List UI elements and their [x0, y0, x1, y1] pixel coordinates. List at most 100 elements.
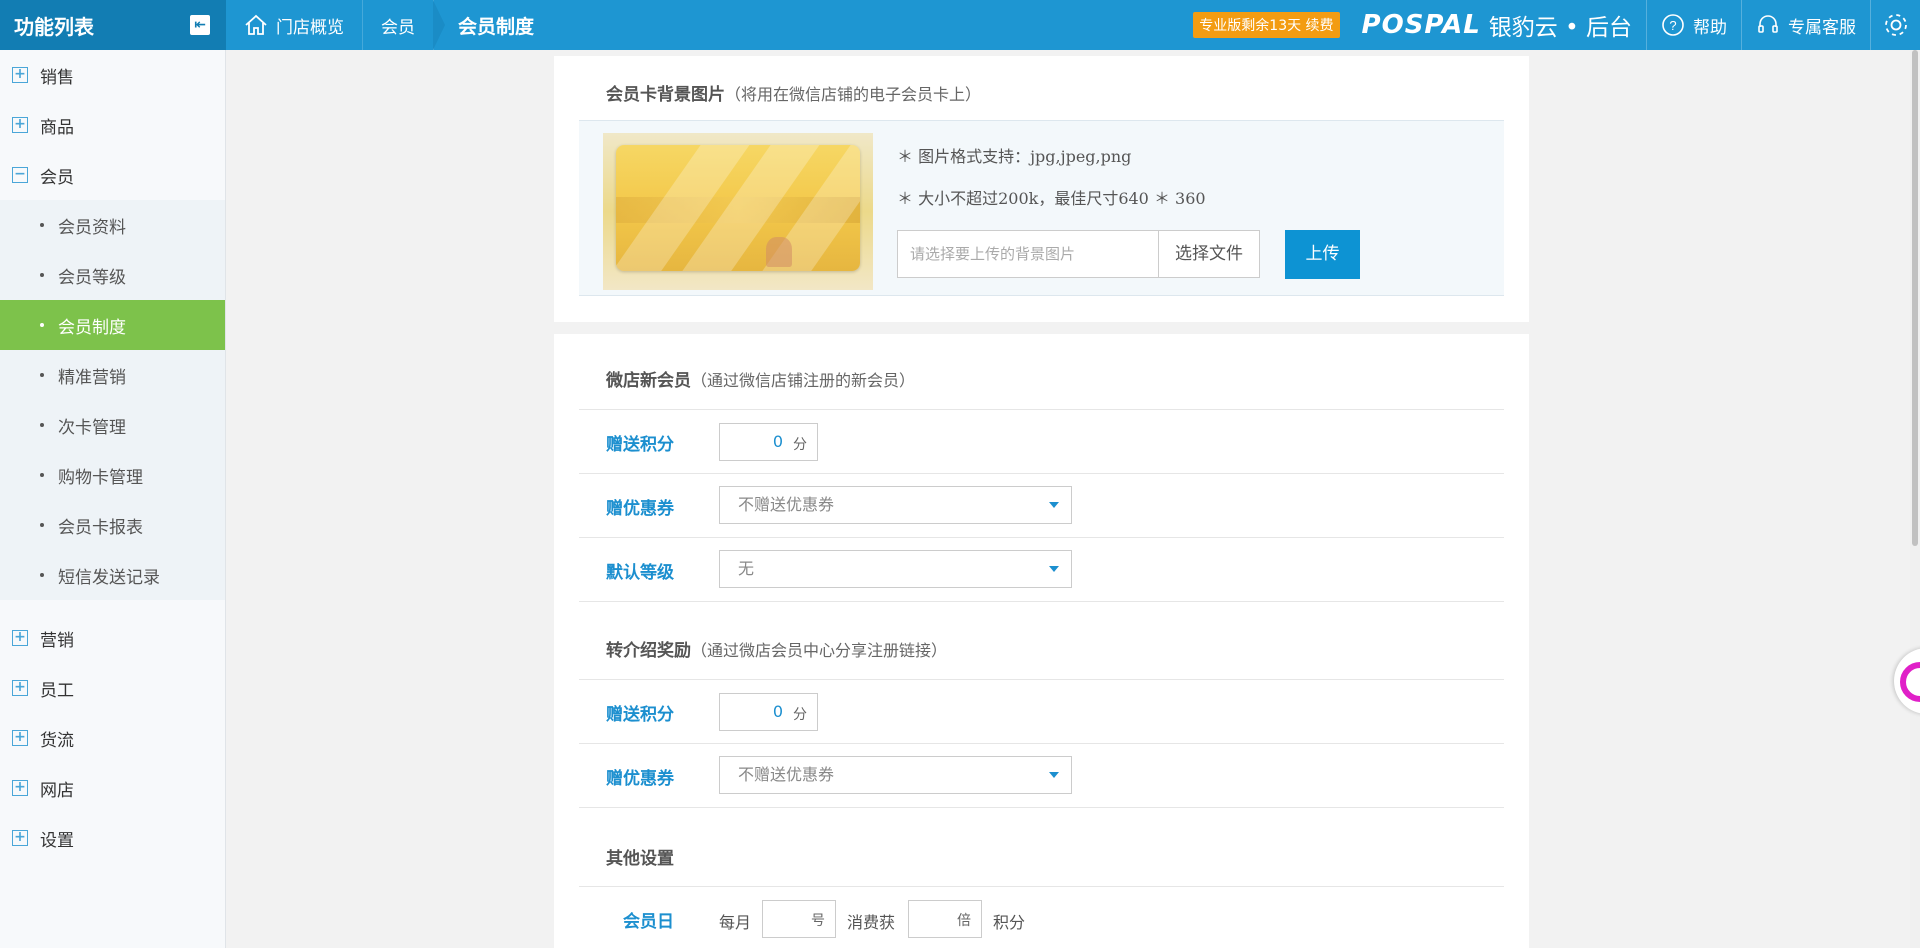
referral-title: 转介绍奖励（通过微店会员中心分享注册链接） [606, 636, 947, 661]
sidebar-item-member-profile[interactable]: 会员资料 [0, 200, 225, 250]
coupon-select-value: 不赠送优惠券 [738, 765, 835, 784]
sidebar-group-products[interactable]: + 商品 [0, 100, 225, 150]
collapse-sidebar-icon[interactable]: ⇤ [190, 15, 210, 35]
bg-image-card: 会员卡背景图片（将用在微信店铺的电子会员卡上） ＊ 图片格式支持：jpg,jpe… [554, 56, 1529, 322]
help-label: 帮助 [1693, 17, 1727, 38]
renew-badge[interactable]: 专业版剩余13天 续费 [1193, 12, 1340, 38]
sidebar-group-logistics[interactable]: + 货流 [0, 713, 225, 763]
service-button[interactable]: 专属客服 [1741, 0, 1870, 50]
divider [579, 807, 1504, 808]
sidebar-item-sms-log[interactable]: 短信发送记录 [0, 550, 225, 600]
new-member-coupon-row: 赠优惠券 不赠送优惠券 [579, 473, 1504, 537]
new-member-title-text: 微店新会员 [606, 371, 691, 391]
sidebar-group-label: 会员 [40, 167, 74, 188]
sidebar-group-marketing[interactable]: + 营销 [0, 613, 225, 663]
sidebar-item-member-policy[interactable]: 会员制度 [0, 300, 225, 350]
sidebar-item-count-card[interactable]: 次卡管理 [0, 400, 225, 450]
referral-coupon-row: 赠优惠券 不赠送优惠券 [579, 743, 1504, 807]
monthly-text: 每月 [719, 913, 752, 932]
sidebar-item-card-report[interactable]: 会员卡报表 [0, 500, 225, 550]
sidebar-group-webstore[interactable]: + 网店 [0, 763, 225, 813]
card-preview-image [603, 133, 873, 290]
settings-card: 微店新会员（通过微信店铺注册的新会员） 赠送积分 0 分 赠优惠券 不赠送优惠券… [554, 334, 1529, 948]
sidebar-item-precision-marketing[interactable]: 精准营销 [0, 350, 225, 400]
new-member-level-row: 默认等级 无 [579, 537, 1504, 601]
file-path-input[interactable]: 请选择要上传的背景图片 [897, 230, 1159, 278]
bullet-icon [40, 273, 44, 277]
sidebar-group-sales[interactable]: + 销售 [0, 50, 225, 100]
breadcrumb-current-label: 会员制度 [458, 15, 535, 38]
sidebar-group-settings[interactable]: + 设置 [0, 813, 225, 863]
sidebar-item-label: 会员资料 [58, 217, 126, 238]
member-day-row: 会员日 每月 号 消费获 倍 积分 [579, 886, 1504, 948]
day-unit: 号 [811, 913, 825, 929]
gear-icon [1884, 14, 1907, 36]
coupon-label: 赠优惠券 [606, 769, 674, 789]
member-day-date-input[interactable]: 号 [762, 900, 836, 938]
member-day-multiplier-input[interactable]: 倍 [908, 900, 982, 938]
new-member-note: （通过微信店铺注册的新会员） [691, 371, 916, 390]
member-card-graphic [616, 145, 860, 271]
other-settings-title: 其他设置 [606, 849, 674, 869]
new-member-coupon-select[interactable]: 不赠送优惠券 [719, 486, 1072, 524]
sidebar-group-members[interactable]: − 会员 [0, 150, 225, 200]
chat-ring-icon [1900, 662, 1920, 702]
coupon-select-value: 不赠送优惠券 [738, 495, 835, 514]
breadcrumb-home-label: 门店概览 [276, 17, 344, 38]
referral-title-text: 转介绍奖励 [606, 641, 691, 661]
points-value: 0 [772, 432, 783, 451]
sidebar-group-staff[interactable]: + 员工 [0, 663, 225, 713]
chevron-down-icon [1049, 566, 1059, 572]
consume-get-text: 消费获 [847, 913, 896, 932]
sidebar: + 销售 + 商品 − 会员 会员资料 会员等级 会员制度 精准营销 次卡管理 … [0, 50, 226, 948]
expand-icon: + [12, 117, 28, 133]
points-word: 积分 [993, 913, 1026, 932]
referral-points-input[interactable]: 0 分 [719, 693, 818, 731]
sidebar-item-label: 会员制度 [58, 317, 126, 338]
top-header: 功能列表 ⇤ 门店概览 会员 会员制度 专业版剩余13天 续费 POSPAL 银… [0, 0, 1920, 50]
level-label: 默认等级 [606, 563, 674, 583]
help-button[interactable]: ? 帮助 [1646, 0, 1741, 50]
breadcrumb-home[interactable]: 门店概览 [226, 0, 363, 50]
level-select-value: 无 [738, 559, 755, 578]
sidebar-item-shopping-card[interactable]: 购物卡管理 [0, 450, 225, 500]
bg-section-note: （将用在微信店铺的电子会员卡上） [725, 85, 982, 104]
referral-note: （通过微店会员中心分享注册链接） [691, 641, 948, 660]
settings-button[interactable] [1870, 0, 1920, 50]
bullet-icon [40, 573, 44, 577]
sidebar-item-label: 短信发送记录 [58, 567, 160, 588]
help-icon: ? [1662, 14, 1684, 36]
expand-icon: + [12, 780, 28, 796]
bullet-icon [40, 523, 44, 527]
bullet-icon [40, 423, 44, 427]
brand-logo-en: POSPAL [1361, 10, 1481, 40]
sidebar-item-label: 精准营销 [58, 367, 126, 388]
bullet-icon [40, 473, 44, 477]
scrollbar-thumb[interactable] [1912, 50, 1918, 546]
headset-icon [1758, 15, 1778, 33]
floating-chat-widget[interactable] [1894, 648, 1920, 714]
member-submenu: 会员资料 会员等级 会员制度 精准营销 次卡管理 购物卡管理 会员卡报表 短信发… [0, 200, 225, 600]
chevron-down-icon [1049, 772, 1059, 778]
new-member-points-row: 赠送积分 0 分 [579, 409, 1504, 473]
size-hint: ＊ 大小不超过200k，最佳尺寸640 ＊ 360 [897, 189, 1206, 208]
referral-points-row: 赠送积分 0 分 [579, 679, 1504, 743]
sidebar-group-label: 设置 [40, 830, 74, 851]
collapse-icon: − [12, 167, 28, 183]
breadcrumb-member-label: 会员 [381, 17, 415, 38]
sidebar-item-label: 购物卡管理 [58, 467, 143, 488]
upload-button[interactable]: 上传 [1285, 230, 1360, 279]
referral-coupon-select[interactable]: 不赠送优惠券 [719, 756, 1072, 794]
divider [579, 601, 1504, 602]
expand-icon: + [12, 830, 28, 846]
choose-file-button[interactable]: 选择文件 [1158, 230, 1260, 278]
default-level-select[interactable]: 无 [719, 550, 1072, 588]
new-member-points-input[interactable]: 0 分 [719, 423, 818, 461]
points-unit: 分 [793, 707, 807, 723]
page-scrollbar[interactable] [1910, 50, 1920, 948]
sidebar-item-label: 会员等级 [58, 267, 126, 288]
sidebar-item-member-level[interactable]: 会员等级 [0, 250, 225, 300]
sidebar-group-label: 销售 [40, 67, 74, 88]
expand-icon: + [12, 630, 28, 646]
breadcrumb-member[interactable]: 会员 [363, 0, 445, 50]
